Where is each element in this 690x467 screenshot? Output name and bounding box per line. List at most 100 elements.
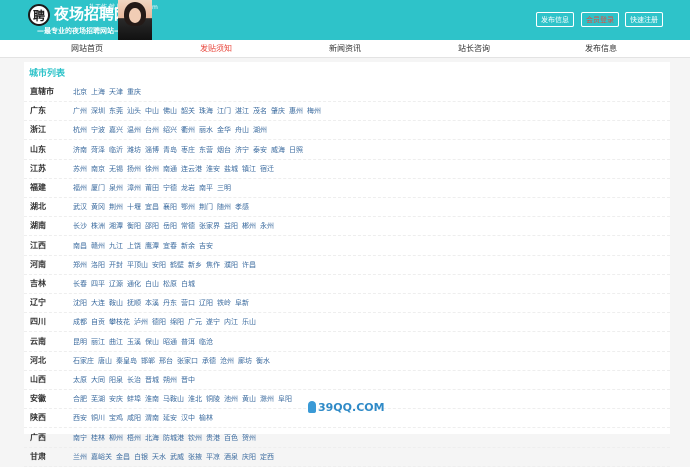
city-link[interactable]: 淮南 xyxy=(145,390,159,409)
city-link[interactable]: 马鞍山 xyxy=(163,390,184,409)
city-link[interactable]: 自贡 xyxy=(91,313,105,332)
city-link[interactable]: 淄博 xyxy=(145,141,159,160)
city-link[interactable]: 株洲 xyxy=(91,217,105,236)
city-link[interactable]: 福州 xyxy=(73,179,87,198)
city-link[interactable]: 赣州 xyxy=(91,237,105,256)
city-link[interactable]: 常德 xyxy=(181,217,195,236)
city-link[interactable]: 辽源 xyxy=(109,275,123,294)
city-link[interactable]: 太原 xyxy=(73,371,87,390)
city-link[interactable]: 泉州 xyxy=(109,179,123,198)
city-link[interactable]: 百色 xyxy=(224,429,238,448)
city-link[interactable]: 阳泉 xyxy=(109,371,123,390)
city-link[interactable]: 张家口 xyxy=(177,352,198,371)
city-link[interactable]: 镇江 xyxy=(242,160,256,179)
city-link[interactable]: 沧州 xyxy=(220,352,234,371)
city-link[interactable]: 惠州 xyxy=(289,102,303,121)
city-link[interactable]: 随州 xyxy=(217,198,231,217)
city-link[interactable]: 天津 xyxy=(109,83,123,102)
logo-icon[interactable]: 聘 xyxy=(28,4,50,26)
city-link[interactable]: 深圳 xyxy=(91,102,105,121)
nav-post-info[interactable]: 发布信息 xyxy=(585,40,617,57)
city-link[interactable]: 白银 xyxy=(134,448,148,467)
city-link[interactable]: 普洱 xyxy=(181,333,195,352)
city-link[interactable]: 岳阳 xyxy=(163,217,177,236)
city-link[interactable]: 承德 xyxy=(202,352,216,371)
city-link[interactable]: 茂名 xyxy=(253,102,267,121)
city-link[interactable]: 濮阳 xyxy=(224,256,238,275)
city-link[interactable]: 杭州 xyxy=(73,121,87,140)
city-link[interactable]: 内江 xyxy=(224,313,238,332)
city-link[interactable]: 宜昌 xyxy=(145,198,159,217)
city-link[interactable]: 新余 xyxy=(181,237,195,256)
city-link[interactable]: 张家界 xyxy=(199,217,220,236)
city-link[interactable]: 嘉兴 xyxy=(109,121,123,140)
city-link[interactable]: 金昌 xyxy=(116,448,130,467)
city-link[interactable]: 荆门 xyxy=(199,198,213,217)
city-link[interactable]: 丽江 xyxy=(91,333,105,352)
city-link[interactable]: 阜阳 xyxy=(278,390,292,409)
city-link[interactable]: 衡水 xyxy=(256,352,270,371)
post-info-button[interactable]: 发布信息 xyxy=(536,12,574,27)
city-link[interactable]: 九江 xyxy=(109,237,123,256)
city-link[interactable]: 延安 xyxy=(163,409,177,428)
city-link[interactable]: 营口 xyxy=(181,294,195,313)
city-link[interactable]: 铜川 xyxy=(91,409,105,428)
city-link[interactable]: 潍坊 xyxy=(127,141,141,160)
nav-news[interactable]: 新闻资讯 xyxy=(329,40,361,57)
city-link[interactable]: 兰州 xyxy=(73,448,87,467)
city-link[interactable]: 邢台 xyxy=(159,352,173,371)
city-link[interactable]: 盐城 xyxy=(224,160,238,179)
city-link[interactable]: 德阳 xyxy=(152,313,166,332)
city-link[interactable]: 徐州 xyxy=(145,160,159,179)
city-link[interactable]: 西安 xyxy=(73,409,87,428)
city-link[interactable]: 泰安 xyxy=(253,141,267,160)
city-link[interactable]: 宁波 xyxy=(91,121,105,140)
city-link[interactable]: 南京 xyxy=(91,160,105,179)
city-link[interactable]: 蚌埠 xyxy=(127,390,141,409)
city-link[interactable]: 辽阳 xyxy=(199,294,213,313)
city-link[interactable]: 晋中 xyxy=(181,371,195,390)
city-link[interactable]: 滁州 xyxy=(260,390,274,409)
city-link[interactable]: 东莞 xyxy=(109,102,123,121)
city-link[interactable]: 武威 xyxy=(170,448,184,467)
city-link[interactable]: 韶关 xyxy=(181,102,195,121)
city-link[interactable]: 贺州 xyxy=(242,429,256,448)
city-link[interactable]: 洛阳 xyxy=(91,256,105,275)
city-link[interactable]: 上海 xyxy=(91,83,105,102)
city-link[interactable]: 柳州 xyxy=(109,429,123,448)
city-link[interactable]: 阜新 xyxy=(235,294,249,313)
city-link[interactable]: 十堰 xyxy=(127,198,141,217)
city-link[interactable]: 郴州 xyxy=(242,217,256,236)
nav-home[interactable]: 网站首页 xyxy=(71,40,103,57)
city-link[interactable]: 攀枝花 xyxy=(109,313,130,332)
city-link[interactable]: 连云港 xyxy=(181,160,202,179)
city-link[interactable]: 渭南 xyxy=(145,409,159,428)
city-link[interactable]: 桂林 xyxy=(91,429,105,448)
city-link[interactable]: 日照 xyxy=(289,141,303,160)
city-link[interactable]: 威海 xyxy=(271,141,285,160)
city-link[interactable]: 秦皇岛 xyxy=(116,352,137,371)
city-link[interactable]: 汕头 xyxy=(127,102,141,121)
city-link[interactable]: 石家庄 xyxy=(73,352,94,371)
city-link[interactable]: 汉中 xyxy=(181,409,195,428)
city-link[interactable]: 鹰潭 xyxy=(145,237,159,256)
city-link[interactable]: 安庆 xyxy=(109,390,123,409)
city-link[interactable]: 临沂 xyxy=(109,141,123,160)
city-link[interactable]: 梧州 xyxy=(127,429,141,448)
city-link[interactable]: 漳州 xyxy=(127,179,141,198)
nav-posting-rules[interactable]: 发贴须知 xyxy=(200,40,232,57)
city-link[interactable]: 昆明 xyxy=(73,333,87,352)
city-link[interactable]: 济南 xyxy=(73,141,87,160)
city-link[interactable]: 晋城 xyxy=(145,371,159,390)
city-link[interactable]: 平凉 xyxy=(206,448,220,467)
city-link[interactable]: 通化 xyxy=(127,275,141,294)
city-link[interactable]: 济宁 xyxy=(235,141,249,160)
city-link[interactable]: 江门 xyxy=(217,102,231,121)
city-link[interactable]: 金华 xyxy=(217,121,231,140)
city-link[interactable]: 安阳 xyxy=(152,256,166,275)
city-link[interactable]: 池州 xyxy=(224,390,238,409)
city-link[interactable]: 台州 xyxy=(145,121,159,140)
city-link[interactable]: 莆田 xyxy=(145,179,159,198)
city-link[interactable]: 吉安 xyxy=(199,237,213,256)
city-link[interactable]: 鹤壁 xyxy=(170,256,184,275)
